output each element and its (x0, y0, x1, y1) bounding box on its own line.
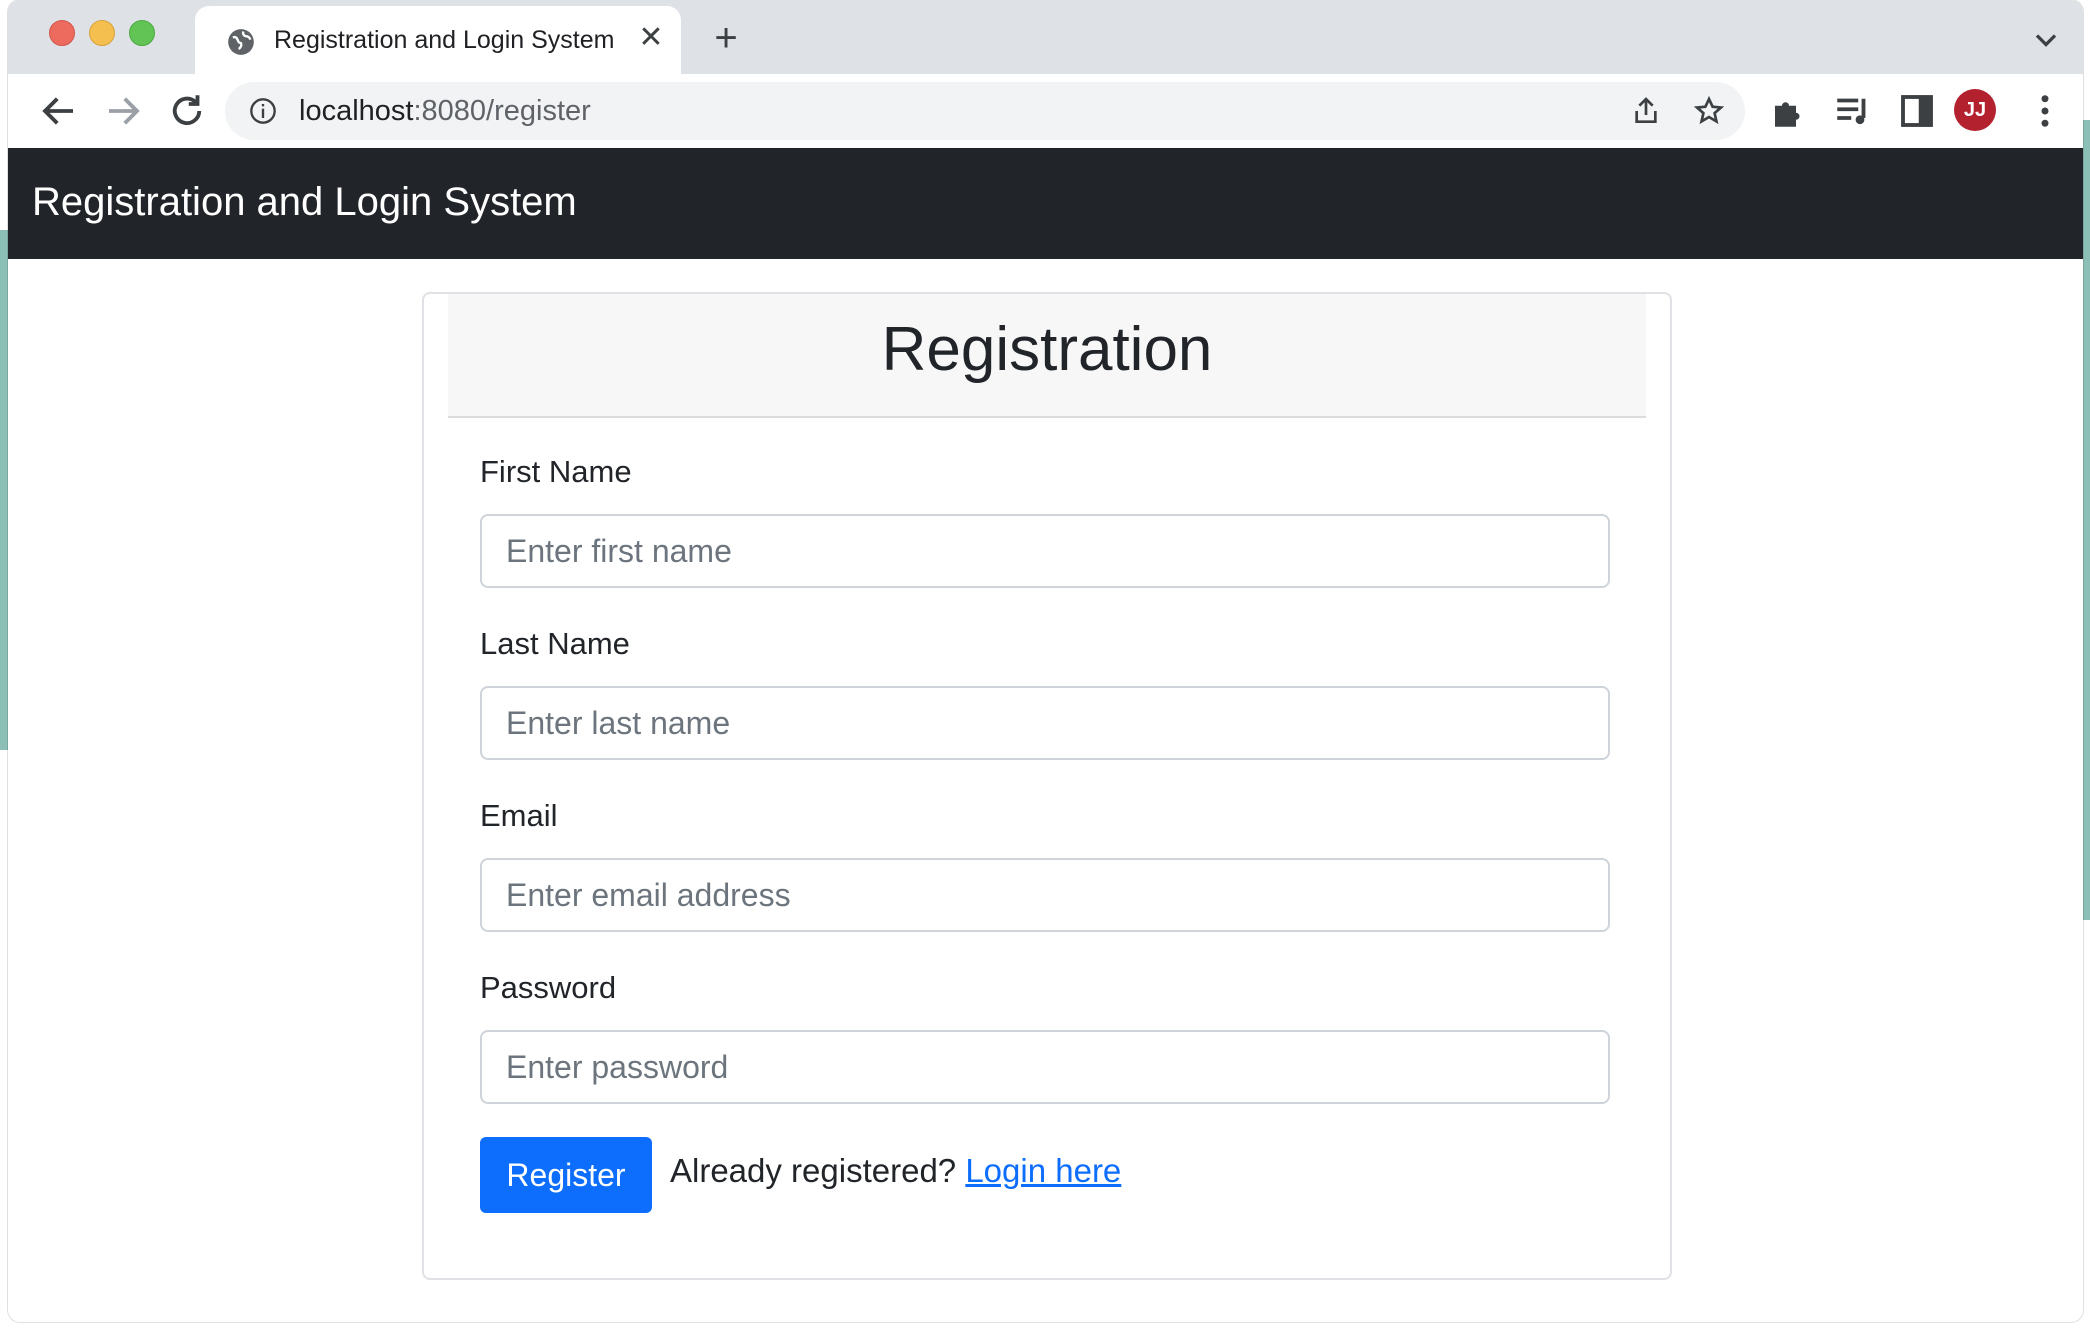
site-navbar: Registration and Login System (8, 148, 2083, 259)
profile-avatar[interactable]: JJ (1954, 89, 1996, 131)
first-name-label: First Name (480, 454, 632, 489)
browser-window: Registration and Login System ✕ + localh… (8, 0, 2083, 1322)
globe-icon (228, 29, 254, 55)
page-title: Registration (881, 315, 1213, 384)
register-button[interactable]: Register (480, 1137, 652, 1213)
url-path: :8080/register (413, 95, 591, 127)
back-arrow-icon[interactable] (38, 90, 80, 132)
password-input[interactable] (480, 1030, 1610, 1104)
chevron-down-icon[interactable] (2028, 22, 2064, 58)
login-prompt: Already registered? Login here (670, 1152, 1121, 1190)
browser-tab[interactable]: Registration and Login System ✕ (195, 6, 681, 74)
last-name-input[interactable] (480, 686, 1610, 760)
password-label: Password (480, 970, 617, 1005)
url-text: localhost:8080/register (299, 95, 591, 128)
registration-card: Registration First Name Last Name Email … (422, 292, 1672, 1280)
login-prompt-text: Already registered? (670, 1152, 957, 1189)
info-icon[interactable] (249, 97, 277, 125)
desktop-edge-left (0, 230, 8, 750)
kebab-menu-icon[interactable] (2024, 90, 2066, 132)
side-panel-icon[interactable] (1896, 90, 1938, 132)
minimize-window-button[interactable] (89, 20, 115, 46)
extensions-icon[interactable] (1768, 90, 1810, 132)
navbar-brand[interactable]: Registration and Login System (32, 180, 577, 225)
tab-strip: Registration and Login System ✕ + (8, 0, 2083, 74)
close-window-button[interactable] (49, 20, 75, 46)
url-host: localhost (299, 95, 414, 127)
new-tab-button[interactable]: + (706, 18, 746, 58)
email-input[interactable] (480, 858, 1610, 932)
share-icon[interactable] (1630, 95, 1662, 127)
address-bar[interactable]: localhost:8080/register (225, 82, 1745, 140)
card-header: Registration (448, 294, 1646, 418)
star-icon[interactable] (1693, 95, 1725, 127)
tab-close-icon[interactable]: ✕ (635, 22, 667, 54)
first-name-input[interactable] (480, 514, 1610, 588)
browser-toolbar: localhost:8080/register JJ (8, 74, 2083, 149)
last-name-label: Last Name (480, 626, 630, 661)
forward-arrow-icon[interactable] (102, 90, 144, 132)
login-link[interactable]: Login here (965, 1152, 1121, 1189)
tab-title: Registration and Login System (274, 26, 615, 54)
email-label: Email (480, 798, 558, 833)
maximize-window-button[interactable] (129, 20, 155, 46)
media-queue-icon[interactable] (1832, 90, 1874, 132)
reload-icon[interactable] (166, 90, 208, 132)
desktop-edge-right (2083, 120, 2090, 920)
